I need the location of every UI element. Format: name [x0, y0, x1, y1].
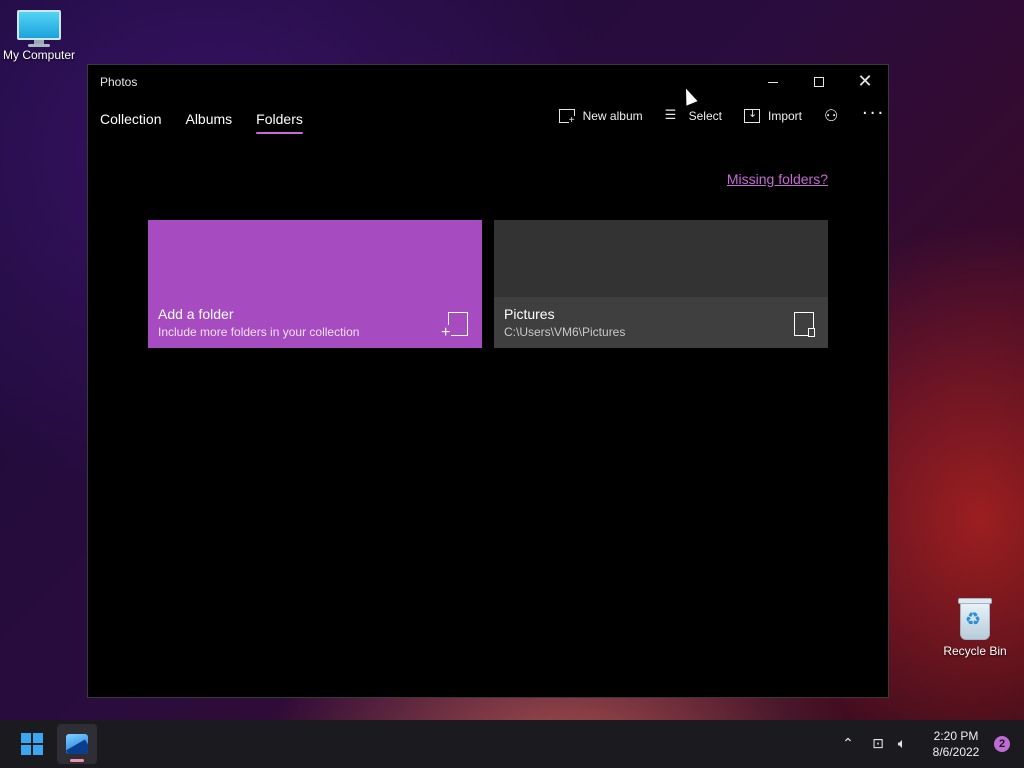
- window-title: Photos: [100, 75, 138, 89]
- missing-folders-link[interactable]: Missing folders?: [727, 171, 828, 187]
- recycle-bin-icon: ♻: [958, 596, 992, 640]
- tab-folders[interactable]: Folders: [256, 111, 303, 134]
- close-icon: ✕: [857, 71, 873, 92]
- photos-window: Photos ✕ Collection Albums Folders New a…: [87, 64, 889, 698]
- tab-albums[interactable]: Albums: [185, 111, 232, 133]
- system-tray: ⌃ ⊡ 🔈︎ 2:20 PM 8/6/2022 2: [836, 720, 1024, 768]
- taskbar-photos-app[interactable]: [57, 724, 97, 764]
- import-icon: [743, 107, 760, 123]
- tab-list: Collection Albums Folders: [100, 111, 303, 134]
- minimize-button[interactable]: [750, 65, 796, 99]
- add-folder-icon: [440, 312, 468, 341]
- desktop-icon-recycle-bin[interactable]: ♻ Recycle Bin: [935, 596, 1015, 658]
- folder-tile-add[interactable]: Add a folder Include more folders in you…: [148, 220, 482, 348]
- select-list-icon: ☰: [664, 108, 677, 123]
- folder-icon: [794, 312, 815, 337]
- monitor-icon: [17, 10, 61, 47]
- folder-tile-path: C:\Users\VM6\Pictures: [504, 325, 626, 339]
- clock-time: 2:20 PM: [933, 729, 979, 743]
- tab-collection[interactable]: Collection: [100, 111, 161, 133]
- minimize-icon: [768, 81, 778, 83]
- chevron-up-icon[interactable]: ⌃: [836, 736, 860, 752]
- active-app-indicator: [70, 759, 84, 762]
- photos-app-icon: [66, 734, 88, 754]
- start-button[interactable]: [12, 728, 52, 760]
- folder-tile-title: Add a folder: [158, 306, 234, 322]
- import-button[interactable]: Import: [743, 107, 802, 123]
- select-label: Select: [688, 109, 722, 123]
- toolbar: New album ☰ Select Import ⚇ ···: [558, 103, 886, 126]
- select-button[interactable]: ☰ Select: [664, 108, 722, 124]
- new-album-icon: [558, 109, 575, 126]
- desktop-icon-my-computer[interactable]: My Computer: [0, 10, 79, 62]
- new-album-button[interactable]: New album: [558, 109, 643, 126]
- close-button[interactable]: ✕: [842, 65, 888, 99]
- folder-tile-subtitle: Include more folders in your collection: [158, 325, 360, 339]
- person-add-icon: ⚇: [824, 106, 839, 125]
- clock[interactable]: 2:20 PM 8/6/2022: [926, 728, 986, 760]
- windows-logo-icon: [21, 733, 43, 755]
- folder-tile-title: Pictures: [504, 306, 555, 322]
- folder-tile-pictures[interactable]: Pictures C:\Users\VM6\Pictures: [494, 220, 828, 348]
- account-button[interactable]: ⚇: [824, 106, 840, 125]
- desktop-icon-label: My Computer: [2, 48, 76, 62]
- more-options-button[interactable]: ···: [862, 103, 886, 124]
- clock-date: 8/6/2022: [932, 745, 980, 759]
- desktop-icon-label: Recycle Bin: [943, 644, 1007, 658]
- new-album-label: New album: [582, 109, 643, 123]
- maximize-button[interactable]: [796, 65, 842, 99]
- volume-icon[interactable]: 🔈︎: [890, 736, 914, 752]
- folder-tile-footer: [494, 297, 828, 348]
- notification-badge[interactable]: 2: [994, 736, 1010, 752]
- nav-bar: Collection Albums Folders New album ☰ Se…: [88, 99, 888, 139]
- import-label: Import: [767, 109, 802, 123]
- taskbar: ⌃ ⊡ 🔈︎ 2:20 PM 8/6/2022 2: [0, 720, 1024, 768]
- more-icon: ···: [862, 103, 886, 124]
- network-icon[interactable]: ⊡: [866, 736, 890, 752]
- title-bar[interactable]: Photos ✕: [88, 65, 888, 99]
- maximize-icon: [814, 77, 824, 87]
